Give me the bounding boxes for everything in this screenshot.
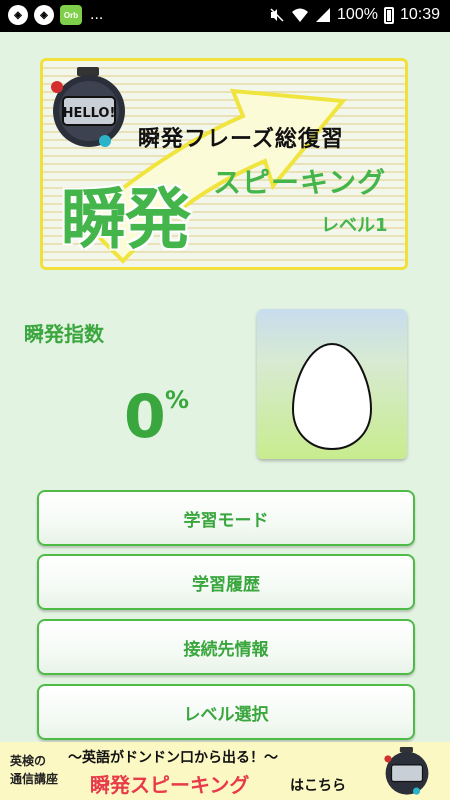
banner-level: レベル1 [321,215,388,236]
app-banner: HELLO! 瞬発フレーズ総復習 瞬発 スピーキング レベル1 [40,58,408,270]
shield-icon: ◈ [34,5,54,25]
study-history-button[interactable]: 学習履歴 [37,554,415,610]
clock: 10:39 [399,6,440,23]
level-select-button[interactable]: レベル選択 [37,684,415,740]
ad-course-line2: 通信講座 [10,772,59,786]
egg-character [257,309,407,459]
button-label: 接続先情報 [183,639,269,660]
signal-icon [316,8,331,22]
battery-percent: 100% [337,6,378,23]
ad-course-line1: 英検の [10,754,47,768]
wifi-icon [292,8,309,22]
mute-icon [270,8,284,22]
ad-course-label: 英検の 通信講座 [10,752,58,788]
stopwatch-text: HELLO! [63,106,116,121]
stopwatch-icon: HELLO! [51,67,125,147]
app-notification-icon: Orb [60,5,82,25]
ad-brand: 瞬発スピーキング [90,773,250,797]
notification-overflow: ... [90,6,104,23]
shield-icon: ◈ [8,5,28,25]
index-label: 瞬発指数 [24,322,104,346]
stopwatch-icon [384,747,429,795]
button-label: 学習モード [183,510,269,531]
button-label: 学習履歴 [192,574,260,595]
index-value: 0 [124,382,166,452]
ad-catchphrase: 〜英語がドンドン口から出る！〜 [68,750,278,766]
button-label: レベル選択 [183,704,269,725]
index-unit: % [165,386,190,414]
banner-title-speaking: スピーキング [213,166,387,199]
banner-title-main: 瞬発 [61,181,191,258]
ad-banner[interactable]: 英検の 通信講座 〜英語がドンドン口から出る！〜 瞬発スピーキング はこちら [0,742,450,800]
banner-subtitle: 瞬発フレーズ総復習 [138,127,344,152]
status-bar: ◈ ◈ Orb ... 100% 10:39 [0,0,450,32]
connection-info-button[interactable]: 接続先情報 [37,619,415,675]
battery-icon [383,6,394,24]
egg-icon [291,342,373,451]
study-mode-button[interactable]: 学習モード [37,490,415,546]
ad-cta: はこちら [290,778,346,794]
